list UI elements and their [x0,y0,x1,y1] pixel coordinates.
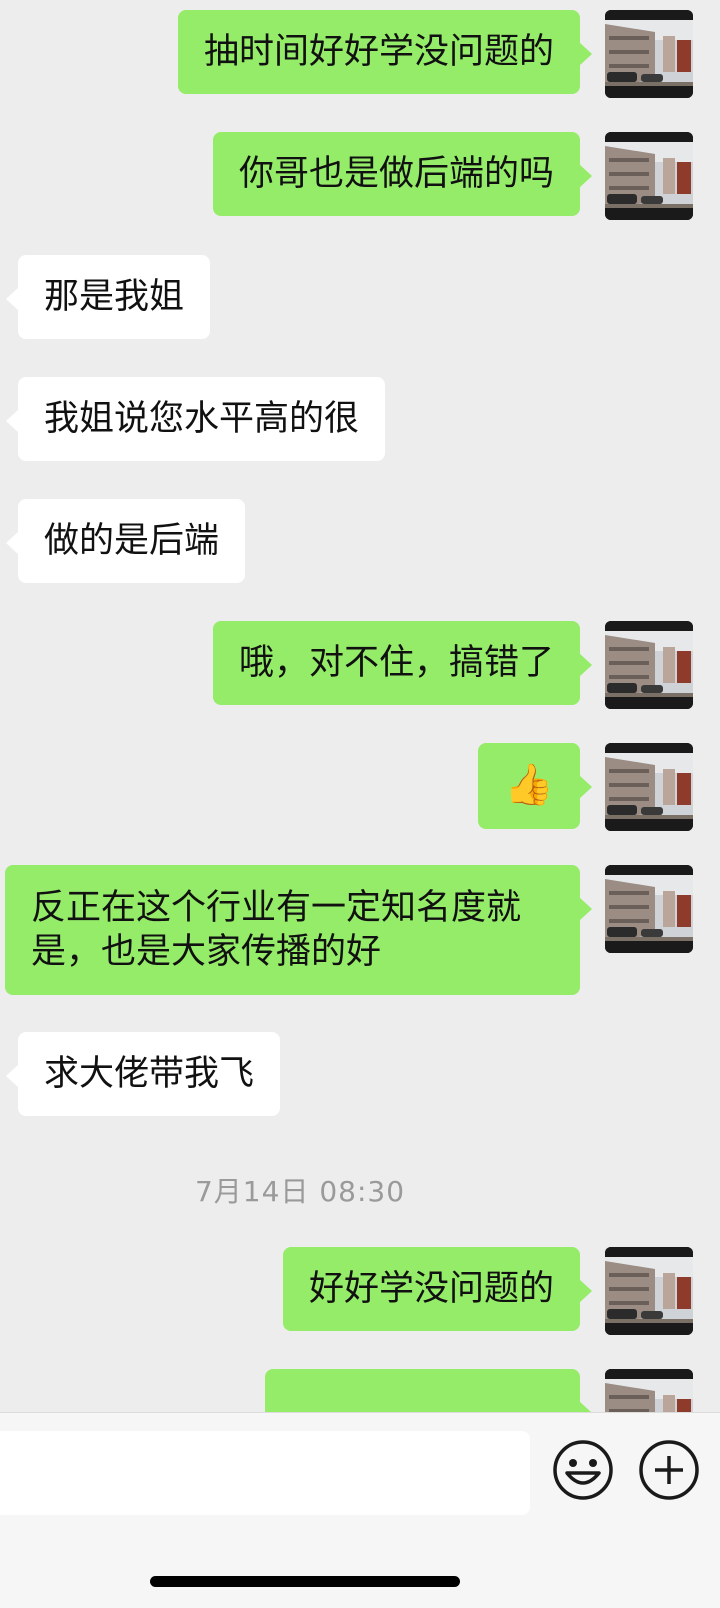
message-text: 好好学没问题的 [308,1269,554,1309]
home-indicator [150,1576,460,1587]
message-bubble[interactable]: 抽时间好好学没问题的 [177,10,593,94]
message-text: 我姐说您水平高的很 [44,399,360,439]
message-text: 哦，对不住，搞错了 [238,643,554,683]
avatar[interactable] [605,10,693,98]
message-text: 反正在这个行业有一定知名度就是，也是大家传播的好 [31,888,522,972]
message-text: 抽时间好好学没问题的 [203,32,554,72]
message-bubble[interactable]: 做的是后端 [5,499,246,583]
message-bubble[interactable]: 那是我姐 [5,255,211,339]
message-bubble[interactable]: 求大佬带我飞 [5,1032,281,1116]
input-bar [0,1412,720,1608]
chat-timestamp: 7月14日 08:30 [194,1175,406,1208]
plus-icon[interactable] [638,1439,700,1501]
avatar[interactable] [605,621,693,709]
message-bubble[interactable]: 哦，对不住，搞错了 [212,621,593,705]
emoji-icon[interactable] [552,1439,614,1501]
message-input[interactable] [0,1431,530,1515]
thumbs-up-icon: 👍 [504,762,554,808]
message-text: 求大佬带我飞 [44,1054,255,1094]
avatar[interactable] [605,132,693,220]
message-bubble[interactable]: 好好学没问题的 [282,1247,593,1331]
message-bubble[interactable]: 你哥也是做后端的吗 [212,132,593,216]
message-text: 做的是后端 [44,521,220,561]
avatar[interactable] [605,865,693,953]
message-text: 你哥也是做后端的吗 [238,154,554,194]
avatar[interactable] [605,1247,693,1335]
message-bubble[interactable]: 反正在这个行业有一定知名度就是，也是大家传播的好 [5,865,592,995]
message-bubble[interactable]: 我姐说您水平高的很 [5,377,386,461]
message-bubble[interactable]: 👍 [478,743,592,829]
avatar[interactable] [605,743,693,831]
message-text: 那是我姐 [44,277,185,317]
